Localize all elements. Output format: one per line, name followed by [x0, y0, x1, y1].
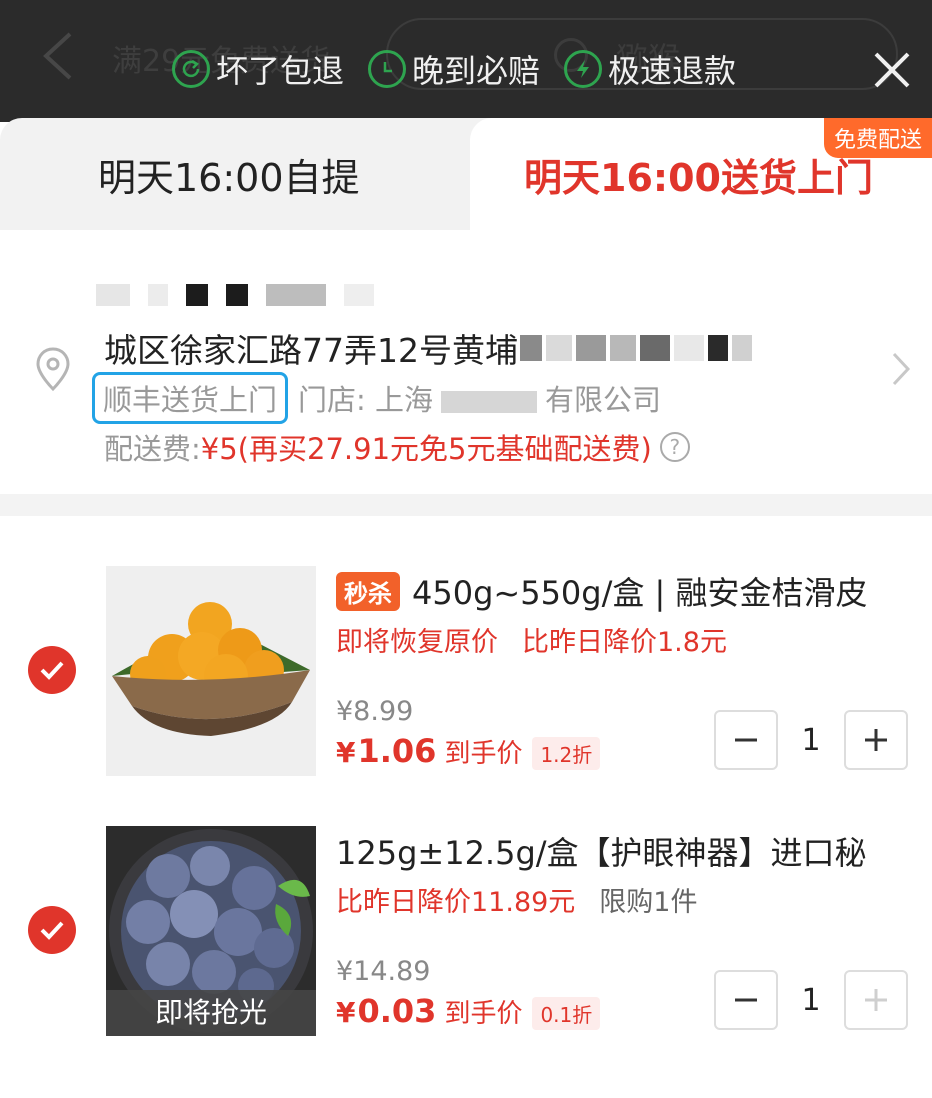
quantity-value: 1 — [801, 722, 821, 758]
product-name[interactable]: 125g±12.5g/盒【护眼神器】进口秘 — [336, 828, 867, 874]
product-title: 450g~550g/盒 | 融安金桔滑皮 — [412, 574, 868, 612]
clock-icon — [368, 50, 407, 88]
store-name: 门店: 上海 有限公司 — [298, 383, 662, 417]
address-line: 城区徐家汇路77弄12号黄埔 — [104, 324, 756, 372]
promo-text-secondary: 比昨日降价1.8元 — [522, 627, 727, 658]
promo-line: 比昨日降价11.89元 限购1件 — [336, 880, 697, 919]
minus-icon — [735, 738, 757, 742]
final-price-value: 1.06 — [357, 732, 437, 770]
service-store-row: 顺丰送货上门 门店: 上海 有限公司 — [92, 372, 661, 424]
increase-button[interactable] — [844, 710, 908, 770]
badge-label: 极速退款 — [608, 52, 737, 90]
product-title: 125g±12.5g/盒【护眼神器】进口秘 — [336, 834, 867, 872]
chevron-right-icon[interactable] — [890, 350, 912, 388]
promo-line: 即将恢复原价 比昨日降价1.8元 — [336, 620, 751, 659]
sf-delivery-tag: 顺丰送货上门 — [92, 372, 289, 424]
top-bar: 满29元免费送货 猕猴 坏了包退 晚到必赔 极速退款 — [0, 0, 932, 122]
promo-text: 比昨日降价11.89元 — [336, 887, 576, 918]
checkbox-checked-icon[interactable] — [28, 646, 76, 694]
address-text: 城区徐家汇路77弄12号黄埔 — [104, 331, 518, 370]
address-section[interactable]: 城区徐家汇路77弄12号黄埔 顺丰送货上门 门店: 上海 有限公司 配送费: ¥5… — [0, 230, 932, 494]
original-price: ¥14.89 — [336, 956, 431, 987]
delivery-mode-tabs: 明天16:00自提 明天16:00送货上门 免费配送 — [0, 118, 932, 230]
promo-text: 即将恢复原价 — [336, 627, 498, 658]
badge-label: 晚到必赔 — [412, 52, 541, 90]
discount-badge: 0.1折 — [532, 997, 601, 1030]
product-name[interactable]: 秒杀 450g~550g/盒 | 融安金桔滑皮 — [336, 568, 868, 614]
quantity-value: 1 — [801, 982, 821, 1018]
tab-self-pickup[interactable]: 明天16:00自提 — [0, 118, 470, 230]
decrease-button[interactable] — [714, 970, 778, 1030]
address-redacted — [519, 335, 756, 361]
lightning-icon — [564, 50, 603, 88]
tab-label: 明天16:00送货上门 — [524, 155, 873, 200]
section-divider — [0, 494, 932, 516]
fee-value: ¥5(再买27.91元免5元基础配送费) — [200, 432, 652, 466]
final-price: ¥ 1.06 到手价 1.2折 — [336, 732, 601, 770]
increase-button-disabled[interactable] — [844, 970, 908, 1030]
tab-label: 明天16:00自提 — [98, 155, 360, 200]
badge-fast-refund: 极速退款 — [564, 46, 736, 92]
plus-icon — [865, 729, 887, 751]
cart-item: 秒杀 450g~550g/盒 | 融安金桔滑皮 即将恢复原价 比昨日降价1.8元 … — [0, 562, 932, 792]
cart-item: 即将抢光 125g±12.5g/盒【护眼神器】进口秘 比昨日降价11.89元 限购… — [0, 822, 932, 1052]
seckill-tag: 秒杀 — [336, 571, 400, 611]
final-price-label: 到手价 — [444, 739, 523, 769]
checkbox-checked-icon[interactable] — [28, 906, 76, 954]
delivery-fee-row: 配送费: ¥5(再买27.91元免5元基础配送费) ? — [104, 426, 690, 468]
currency-symbol: ¥ — [336, 996, 356, 1029]
final-price: ¥ 0.03 到手价 0.1折 — [336, 992, 601, 1030]
fee-label: 配送费: — [104, 432, 201, 466]
original-price: ¥8.99 — [336, 696, 414, 727]
final-price-value: 0.03 — [357, 992, 437, 1030]
quantity-stepper: 1 — [714, 710, 908, 770]
back-chevron-icon[interactable] — [40, 30, 80, 82]
currency-symbol: ¥ — [336, 736, 356, 769]
discount-badge: 1.2折 — [532, 737, 601, 770]
product-image-kumquat[interactable] — [106, 566, 316, 776]
badge-label: 坏了包退 — [216, 52, 345, 90]
badge-bad-return: 坏了包退 — [172, 46, 344, 92]
location-pin-icon — [36, 347, 70, 392]
final-price-label: 到手价 — [444, 999, 523, 1029]
refund-cycle-icon — [172, 50, 210, 88]
stock-warning-label: 即将抢光 — [106, 990, 316, 1036]
minus-icon — [735, 998, 757, 1002]
help-icon[interactable]: ? — [659, 432, 690, 462]
free-delivery-badge: 免费配送 — [823, 118, 932, 158]
quantity-stepper: 1 — [714, 970, 908, 1030]
tab-home-delivery[interactable]: 明天16:00送货上门 免费配送 — [470, 118, 932, 230]
decrease-button[interactable] — [714, 710, 778, 770]
purchase-limit: 限购1件 — [599, 887, 698, 918]
recipient-info-redacted — [96, 284, 392, 306]
guarantee-badges: 坏了包退 晚到必赔 极速退款 — [172, 46, 760, 92]
close-icon[interactable] — [872, 50, 912, 90]
plus-icon — [865, 989, 887, 1011]
badge-late-compensation: 晚到必赔 — [368, 46, 540, 92]
product-image-blueberry[interactable]: 即将抢光 — [106, 826, 316, 1036]
